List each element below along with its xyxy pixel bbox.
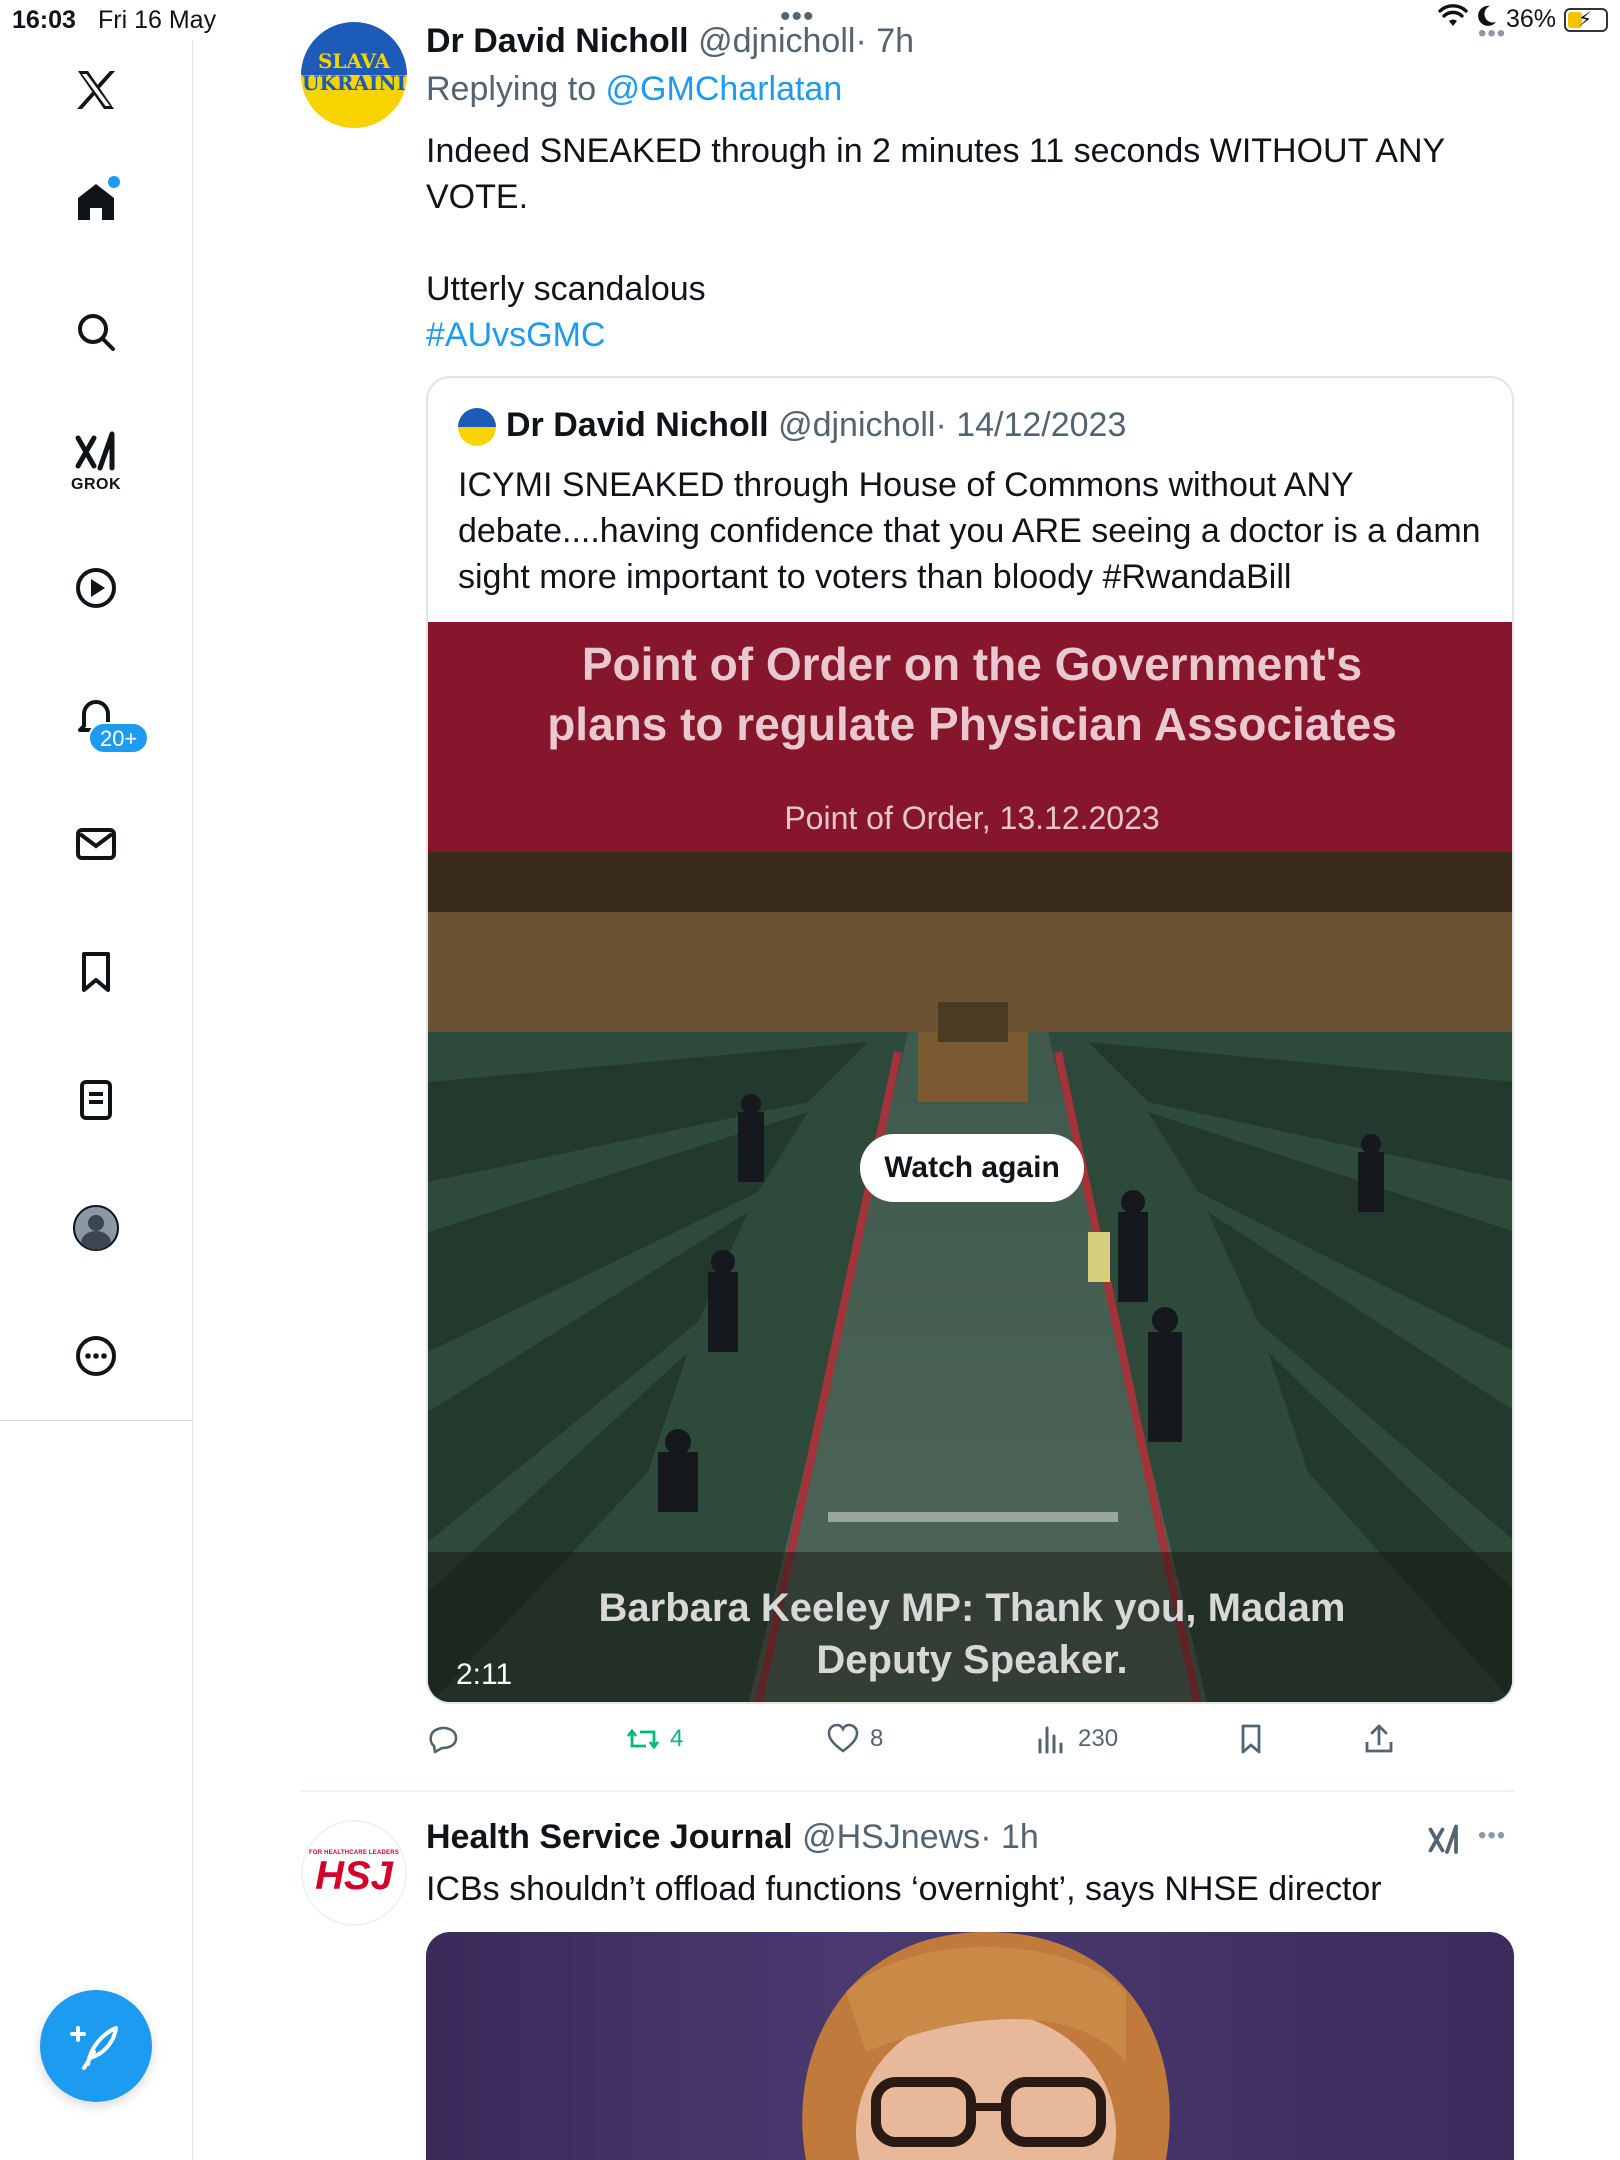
video-player[interactable]: Point of Order on the Government's plans… <box>428 622 1512 1702</box>
tweet-more-button[interactable]: ••• <box>1478 1822 1506 1850</box>
profile-icon[interactable] <box>70 1202 122 1254</box>
video-icon[interactable] <box>70 562 122 614</box>
share-button[interactable] <box>1362 1722 1396 1756</box>
bookmark-button[interactable] <box>1234 1722 1268 1756</box>
video-caption-line: Deputy Speaker. <box>816 1638 1128 1682</box>
home-icon[interactable] <box>70 176 122 228</box>
video-subtitle: Point of Order, 13.12.2023 <box>784 800 1160 836</box>
tweet-text-line: Utterly scandalous <box>426 270 706 308</box>
battery-percent: 36% <box>1505 5 1556 33</box>
compose-icon <box>70 2026 118 2070</box>
quoted-text: ICYMI SNEAKED through House of Commons w… <box>458 466 1481 596</box>
tweet-header: Health Service Journal @HSJnews· 1h <box>426 1818 1039 1857</box>
like-button[interactable]: 8 <box>826 1722 883 1756</box>
reply-to-handle[interactable]: @GMCharlatan <box>606 70 843 108</box>
video-caption-line: Barbara Keeley MP: Thank you, Madam <box>598 1586 1346 1630</box>
repost-button[interactable]: 4 <box>626 1722 683 1756</box>
tweet-text: ICBs shouldn’t offload functions ‘overni… <box>426 1870 1382 1908</box>
commons-chamber-image <box>428 852 1512 1702</box>
grok-icon[interactable] <box>1426 1822 1462 1858</box>
x-logo-icon[interactable] <box>70 64 122 116</box>
video-title-line: Point of Order on the Government's <box>581 638 1363 690</box>
tweet-divider <box>301 1790 1514 1792</box>
grok-label: GROK <box>71 476 121 493</box>
grok-icon[interactable] <box>70 426 122 478</box>
avatar[interactable]: FOR HEALTHCARE LEADERS HSJ <box>301 1820 407 1926</box>
author-name[interactable]: Dr David Nicholl <box>426 22 689 60</box>
bookmark-icon <box>1241 1724 1261 1754</box>
bookmarks-icon[interactable] <box>70 946 122 998</box>
repost-icon <box>626 1728 660 1750</box>
replying-to: Replying to @GMCharlatan <box>426 70 842 109</box>
notifications-badge: 20+ <box>88 722 150 754</box>
share-icon <box>1365 1724 1393 1753</box>
repost-count: 4 <box>670 1725 684 1752</box>
compose-button[interactable] <box>40 1990 152 2102</box>
sidebar-divider <box>0 1420 193 1421</box>
status-indicators: 36% ⚡ <box>1438 4 1608 35</box>
reply-button[interactable] <box>426 1722 470 1756</box>
sidebar: GROK 20+ <box>0 40 193 2160</box>
wifi-icon <box>1438 4 1468 35</box>
quoted-avatar <box>458 408 496 446</box>
search-icon[interactable] <box>70 306 122 358</box>
tweet-time[interactable]: · 1h <box>980 1818 1039 1856</box>
video-duration: 2:11 <box>456 1658 513 1691</box>
replying-to-label: Replying to <box>426 70 606 108</box>
tweet-image[interactable] <box>426 1932 1514 2160</box>
avatar[interactable]: SLAVA UKRAINI <box>301 22 407 128</box>
quoted-time: · 14/12/2023 <box>935 406 1127 444</box>
tweet-time[interactable]: · 7h <box>855 22 914 60</box>
watch-again-button[interactable]: Watch again <box>860 1134 1084 1202</box>
more-icon[interactable] <box>70 1330 122 1382</box>
video-title-line: plans to regulate Physician Associates <box>547 698 1397 750</box>
quoted-tweet[interactable]: Dr David Nicholl @djnicholl· 14/12/2023 … <box>426 376 1514 1704</box>
messages-icon[interactable] <box>70 818 122 870</box>
video-caption: Barbara Keeley MP: Thank you, Madam Depu… <box>428 1582 1512 1686</box>
tweet-text-line: Indeed SNEAKED through in 2 minutes 11 s… <box>426 132 1445 216</box>
views-button[interactable]: 230 <box>1034 1722 1118 1756</box>
quoted-header: Dr David Nicholl @djnicholl· 14/12/2023 <box>506 406 1126 445</box>
status-time: 16:03 <box>12 6 76 34</box>
reply-icon <box>429 1726 458 1754</box>
video-title: Point of Order on the Government's plans… <box>428 634 1512 754</box>
tweet-actions: 4 8 230 <box>426 1722 1426 1766</box>
tweet-text: Indeed SNEAKED through in 2 minutes 11 s… <box>426 128 1486 358</box>
hashtag-link[interactable]: #AUvsGMC <box>426 312 1486 358</box>
author-name[interactable]: Health Service Journal <box>426 1818 793 1856</box>
views-icon <box>1038 1726 1063 1754</box>
home-unread-dot <box>108 176 120 188</box>
video-banner: Point of Order on the Government's plans… <box>428 622 1512 852</box>
quoted-author-name: Dr David Nicholl <box>506 406 769 444</box>
avatar-logo-text: HSJ <box>315 1854 393 1898</box>
like-count: 8 <box>870 1725 884 1752</box>
lists-icon[interactable] <box>70 1074 122 1126</box>
author-handle[interactable]: @HSJnews <box>802 1818 980 1856</box>
tweet-more-button[interactable]: ••• <box>1478 20 1506 48</box>
quoted-author-handle: @djnicholl <box>778 406 936 444</box>
views-count: 230 <box>1078 1725 1119 1752</box>
author-handle[interactable]: @djnicholl <box>698 22 855 60</box>
tweet-header: Dr David Nicholl @djnicholl· 7h <box>426 22 914 61</box>
portrait-photo <box>802 1932 1170 2160</box>
heart-icon <box>827 1723 859 1753</box>
battery-icon: ⚡ <box>1564 7 1608 32</box>
status-date: Fri 16 May <box>98 6 217 34</box>
avatar-text-top: SLAVA <box>317 49 391 73</box>
avatar-text-bottom: UKRAINI <box>302 71 406 95</box>
